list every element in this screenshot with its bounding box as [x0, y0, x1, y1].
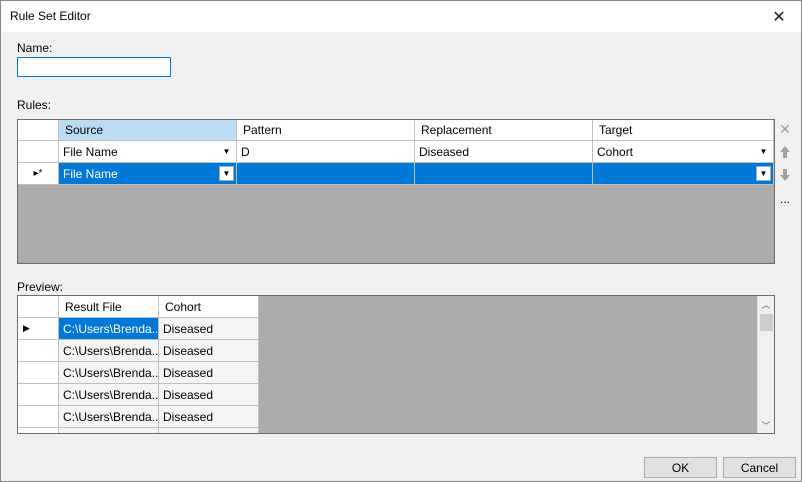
chevron-down-icon: ﹀	[761, 420, 771, 431]
preview-grid[interactable]: Result File Cohort ▶ C:\Users\Brenda... …	[17, 295, 775, 434]
name-input[interactable]	[17, 57, 171, 77]
pattern-cell[interactable]	[237, 163, 415, 185]
rules-header-row: Source Pattern Replacement Target	[18, 120, 774, 141]
scroll-up-button[interactable]: ︿	[758, 296, 774, 312]
column-header-replacement[interactable]: Replacement	[415, 120, 593, 141]
row-header-corner	[18, 120, 59, 141]
target-combo[interactable]: Cohort ▼	[593, 141, 774, 163]
scroll-thumb[interactable]	[760, 314, 773, 331]
preview-vertical-scrollbar[interactable]: ︿ ﹀	[757, 296, 774, 433]
chevron-up-icon: ︿	[761, 299, 771, 310]
target-value: Cohort	[597, 144, 634, 159]
cancel-button[interactable]: Cancel	[723, 457, 796, 478]
table-row-partial	[18, 428, 259, 433]
move-up-button[interactable]	[778, 144, 792, 160]
delete-x-icon: ✕	[779, 120, 791, 137]
cohort-cell[interactable]: Diseased	[159, 340, 259, 362]
scroll-down-button[interactable]: ﹀	[758, 417, 774, 433]
delete-rule-button[interactable]: ✕	[778, 121, 792, 137]
close-icon: ✕	[772, 8, 786, 26]
column-header-source[interactable]: Source	[59, 120, 237, 141]
column-header-result-file[interactable]: Result File	[59, 296, 159, 318]
result-file-cell	[59, 428, 159, 433]
rule-set-editor-window: Rule Set Editor ✕ Name: Rules: Source Pa…	[0, 0, 802, 482]
column-header-cohort[interactable]: Cohort	[159, 296, 259, 318]
source-value: File Name	[63, 166, 118, 181]
row-header[interactable]	[18, 362, 59, 384]
result-file-cell[interactable]: C:\Users\Brenda...	[59, 406, 159, 428]
source-combo[interactable]: File Name ▼	[59, 163, 237, 185]
column-header-pattern[interactable]: Pattern	[237, 120, 415, 141]
column-header-target[interactable]: Target	[593, 120, 774, 141]
replacement-cell[interactable]: Diseased	[415, 141, 593, 163]
table-row[interactable]: File Name ▼ D Diseased Cohort ▼	[18, 141, 774, 163]
chevron-down-icon[interactable]: ▼	[756, 166, 771, 181]
cohort-cell[interactable]: Diseased	[159, 384, 259, 406]
title-bar: Rule Set Editor ✕	[1, 1, 801, 32]
chevron-down-icon[interactable]: ▼	[756, 144, 771, 159]
arrow-down-icon	[780, 169, 790, 181]
row-header-corner	[18, 296, 59, 318]
chevron-down-icon[interactable]: ▼	[219, 166, 234, 181]
row-header[interactable]	[18, 141, 59, 163]
result-file-cell[interactable]: C:\Users\Brenda...	[59, 384, 159, 406]
table-row[interactable]: C:\Users\Brenda... Diseased	[18, 340, 259, 362]
chevron-down-icon[interactable]: ▼	[219, 144, 234, 159]
row-header[interactable]	[18, 340, 59, 362]
cohort-cell[interactable]: Diseased	[159, 318, 259, 340]
window-title: Rule Set Editor	[10, 9, 91, 23]
pattern-cell[interactable]: D	[237, 141, 415, 163]
row-header[interactable]	[18, 406, 59, 428]
cohort-cell	[159, 428, 259, 433]
table-row[interactable]: C:\Users\Brenda... Diseased	[18, 406, 259, 428]
cohort-cell[interactable]: Diseased	[159, 362, 259, 384]
current-row-marker[interactable]: ▶	[18, 318, 59, 340]
close-button[interactable]: ✕	[757, 1, 801, 32]
target-combo[interactable]: ▼	[593, 163, 774, 185]
preview-header-row: Result File Cohort	[18, 296, 259, 318]
result-file-cell[interactable]: C:\Users\Brenda...	[59, 362, 159, 384]
result-file-cell[interactable]: C:\Users\Brenda...	[59, 340, 159, 362]
result-file-cell[interactable]: C:\Users\Brenda...	[59, 318, 159, 340]
ok-button[interactable]: OK	[644, 457, 717, 478]
name-label: Name:	[17, 41, 53, 55]
replacement-cell[interactable]	[415, 163, 593, 185]
rules-label: Rules:	[17, 98, 52, 112]
arrow-up-icon	[780, 146, 790, 158]
table-row[interactable]: ▶ C:\Users\Brenda... Diseased	[18, 318, 259, 340]
source-value: File Name	[63, 144, 118, 159]
row-header[interactable]	[18, 384, 59, 406]
move-down-button[interactable]	[778, 167, 792, 183]
cohort-cell[interactable]: Diseased	[159, 406, 259, 428]
new-table-row[interactable]: ▸* File Name ▼ ▼	[18, 163, 774, 185]
rules-grid[interactable]: Source Pattern Replacement Target File N…	[17, 119, 775, 264]
table-row[interactable]: C:\Users\Brenda... Diseased	[18, 362, 259, 384]
row-header	[18, 428, 59, 433]
preview-label: Preview:	[17, 280, 64, 294]
more-options-button[interactable]: ...	[778, 191, 792, 207]
table-row[interactable]: C:\Users\Brenda... Diseased	[18, 384, 259, 406]
new-row-marker[interactable]: ▸*	[18, 163, 59, 185]
source-combo[interactable]: File Name ▼	[59, 141, 237, 163]
